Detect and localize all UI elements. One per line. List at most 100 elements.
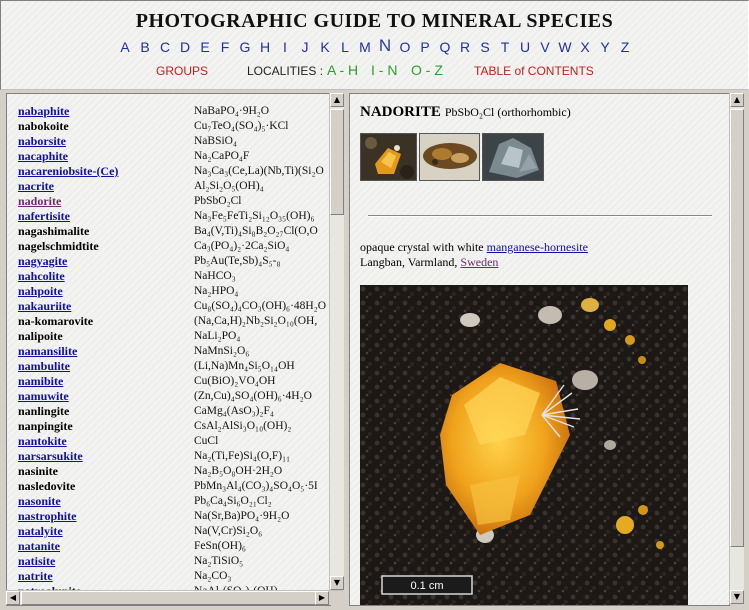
letter-link-d[interactable]: D — [175, 39, 195, 56]
list-item: natanite FeSn(OH)₆ — [18, 539, 330, 554]
mineral-name-link[interactable]: nabaphite — [18, 104, 69, 119]
mineral-name-text: nagashimalite — [18, 224, 90, 238]
list-item: nakauriite Cu₈(SO₄)₄CO₃(OH)₆·48H₂O — [18, 299, 330, 314]
mineral-name-link[interactable]: nasonite — [18, 494, 61, 509]
mineral-formula-text: Na(Sr,Ba)PO₄·9H₂O — [194, 510, 290, 522]
mineral-name-link[interactable]: nakauriite — [18, 299, 71, 314]
h-scrollbar-thumb[interactable] — [21, 591, 323, 605]
mineral-name-link[interactable]: nacareniobsite-(Ce) — [18, 164, 118, 179]
locality-text: Langban, Varmland, — [360, 255, 461, 269]
list-item: nacrite Al₂Si₂O₅(OH)₄ — [18, 179, 330, 194]
groups-link[interactable]: GROUPS — [156, 64, 208, 78]
mineral-name-text: na-komarovite — [18, 314, 94, 328]
table-of-contents-link[interactable]: TABLE of CONTENTS — [474, 64, 594, 78]
letter-link-m[interactable]: M — [355, 39, 375, 56]
list-item: nasinite Na₂B₅O₈OH·2H₂O — [18, 464, 330, 479]
letter-link-i[interactable]: I — [275, 39, 295, 56]
mineral-formula-text: Na(V,Cr)Si₂O₆ — [194, 525, 263, 537]
mineral-name-link[interactable]: nacrite — [18, 179, 54, 194]
mineral-photo: 0.1 cm — [360, 285, 688, 605]
sweden-link[interactable]: Sweden — [460, 255, 498, 269]
mineral-name-link[interactable]: narsarsukite — [18, 449, 83, 464]
mineral-name-link[interactable]: nagyagite — [18, 254, 67, 269]
letter-link-v[interactable]: V — [535, 39, 555, 56]
mineral-formula-text: CsAl₂AlSi₃O₁₀(OH)₂ — [194, 420, 292, 432]
letter-link-c[interactable]: C — [155, 39, 175, 56]
list-horizontal-scrollbar[interactable]: ◀ ▶ — [6, 590, 343, 605]
mineral-name-link[interactable]: natalyite — [18, 524, 63, 539]
mineral-name-link[interactable]: naborsite — [18, 134, 66, 149]
page-title: PHOTOGRAPHIC GUIDE TO MINERAL SPECIES — [135, 10, 614, 32]
detail-frame: NADORITE PbSbO₂Cl (orthorhombic) opaque … — [349, 93, 730, 606]
header-panel: PHOTOGRAPHIC GUIDE TO MINERAL SPECIES AB… — [0, 0, 749, 90]
letter-link-s[interactable]: S — [475, 39, 495, 56]
thumbnail-3[interactable] — [482, 133, 544, 181]
letter-link-o[interactable]: O — [395, 39, 415, 56]
mineral-name-link[interactable]: namuwite — [18, 389, 69, 404]
mineral-formula-text: Cu₇TeO₄(SO₄)₅·KCl — [194, 120, 289, 132]
letter-link-y[interactable]: Y — [595, 39, 615, 56]
letter-link-t[interactable]: T — [495, 39, 515, 56]
letter-link-j[interactable]: J — [295, 39, 315, 56]
mineral-name-link[interactable]: nadorite — [18, 194, 61, 209]
letter-link-e[interactable]: E — [195, 39, 215, 56]
scroll-up-arrow-icon[interactable]: ▲ — [330, 93, 344, 107]
list-item: nagelschmidtite Ca₃(PO₄)₂·2Ca₂SiO₄ — [18, 239, 330, 254]
list-item: nagashimalite Ba₄(V,Ti)₄Si₈B₂O₂₇Cl(O,O — [18, 224, 330, 239]
scroll-down-arrow-icon[interactable]: ▼ — [330, 576, 344, 590]
list-item: nasledovite PbMn₃Al₄(CO₃)₄SO₄O₅·5I — [18, 479, 330, 494]
mineral-name-link[interactable]: nacaphite — [18, 149, 68, 164]
letter-link-w[interactable]: W — [555, 39, 575, 56]
localities-a-h-link[interactable]: A - H — [327, 62, 358, 78]
detail-scroll-down-arrow-icon[interactable]: ▼ — [730, 590, 744, 604]
list-vertical-scrollbar[interactable]: ▲ ▼ — [329, 93, 344, 590]
list-item: nacaphite Na₂CaPO₄F — [18, 149, 330, 164]
letter-link-p[interactable]: P — [415, 39, 435, 56]
localities-i-n-link[interactable]: I - N — [371, 62, 397, 78]
mineral-name-link[interactable]: namibite — [18, 374, 63, 389]
scrollbar-thumb[interactable] — [330, 109, 344, 215]
mineral-name-link[interactable]: nambulite — [18, 359, 70, 374]
detail-vertical-scrollbar[interactable]: ▲ ▼ — [729, 93, 744, 604]
mineral-name-text: nasinite — [18, 464, 59, 478]
letter-link-q[interactable]: Q — [435, 39, 455, 56]
letter-link-x[interactable]: X — [575, 39, 595, 56]
mineral-name-link[interactable]: nafertisite — [18, 209, 70, 224]
localities-o-z-link[interactable]: O - Z — [411, 62, 443, 78]
mineral-name-link[interactable]: namansilite — [18, 344, 77, 359]
letter-link-u[interactable]: U — [515, 39, 535, 56]
letter-link-a[interactable]: A — [115, 39, 135, 56]
mineral-name-link[interactable]: nahpoite — [18, 284, 63, 299]
scroll-left-arrow-icon[interactable]: ◀ — [6, 591, 20, 605]
mineral-formula-text: CaMg₄(AsO₃)₂F₄ — [194, 405, 274, 417]
thumbnail-1[interactable] — [360, 133, 417, 181]
letter-link-h[interactable]: H — [255, 39, 275, 56]
mineral-formula-text: Cu(BiO)₂VO₄OH — [194, 375, 276, 387]
mineral-formula-text: (Na,Ca,H)₂Nb₂Si₂O₁₀(OH, — [194, 315, 318, 327]
manganese-hornesite-link[interactable]: manganese-hornesite — [487, 240, 588, 254]
letter-link-b[interactable]: B — [135, 39, 155, 56]
mineral-name-link[interactable]: nantokite — [18, 434, 67, 449]
mineral-formula-text: Pb₆Ca₄Si₆O₂₁Cl₂ — [194, 495, 272, 507]
list-item: na-komarovite (Na,Ca,H)₂Nb₂Si₂O₁₀(OH, — [18, 314, 330, 329]
letter-link-r[interactable]: R — [455, 39, 475, 56]
mineral-name-link[interactable]: natisite — [18, 554, 55, 569]
letter-link-n[interactable]: N — [375, 36, 395, 56]
mineral-name-link[interactable]: natanite — [18, 539, 60, 554]
mineral-name-link[interactable]: nastrophite — [18, 509, 76, 524]
letter-link-k[interactable]: K — [315, 39, 335, 56]
letter-link-l[interactable]: L — [335, 39, 355, 56]
detail-scroll-up-arrow-icon[interactable]: ▲ — [730, 93, 744, 107]
letter-link-f[interactable]: F — [215, 39, 235, 56]
mineral-formula-text: PbMn₃Al₄(CO₃)₄SO₄O₅·5I — [194, 480, 318, 492]
list-item: natrite Na₂CO₃ — [18, 569, 330, 584]
thumbnail-2[interactable] — [419, 133, 480, 181]
detail-scrollbar-thumb[interactable] — [730, 109, 744, 547]
mineral-formula-text: Na₂CaPO₄F — [194, 150, 250, 162]
scroll-right-arrow-icon[interactable]: ▶ — [315, 591, 329, 605]
letter-link-g[interactable]: G — [235, 39, 255, 56]
mineral-name-link[interactable]: natrite — [18, 569, 53, 584]
letter-link-z[interactable]: Z — [615, 39, 635, 56]
mineral-name-link[interactable]: nahcolite — [18, 269, 65, 284]
mineral-formula-text: NaMnSi₂O₆ — [194, 345, 250, 357]
